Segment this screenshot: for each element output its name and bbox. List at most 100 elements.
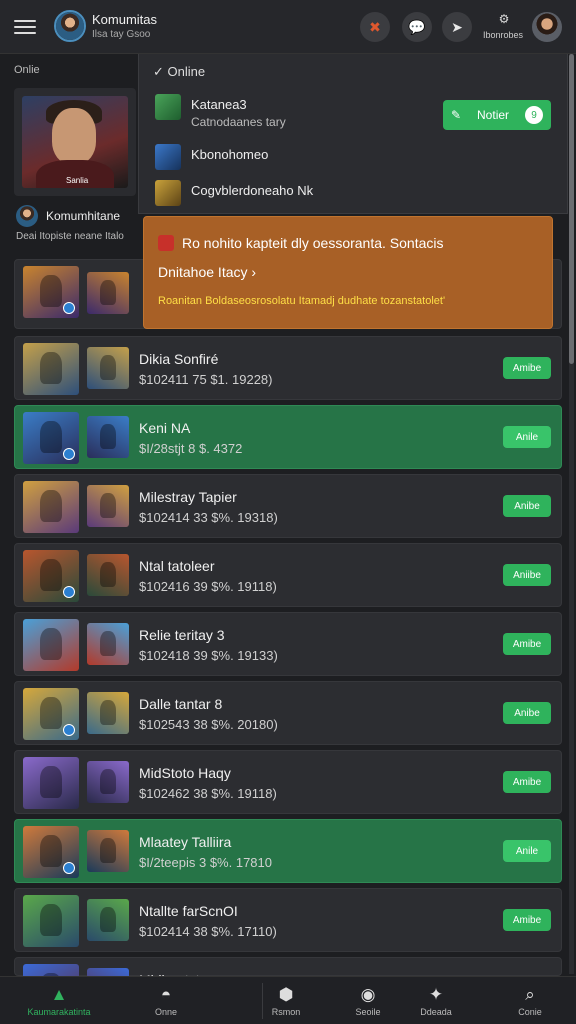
game-action-button[interactable]: Amibe — [503, 909, 551, 931]
game-row[interactable]: Keni NA $I/28stjt 8 $. 4372 Anile — [14, 405, 562, 469]
dropdown-item[interactable]: Cogvblerdoneaho Nk — [155, 180, 555, 208]
header-subtitle: Ilsa tay Gsoo — [92, 29, 151, 40]
game-cover-image — [23, 688, 79, 740]
scrollbar-thumb[interactable] — [569, 54, 574, 364]
game-price-info: $I/2teepis 3 $%. 17810 — [139, 855, 272, 870]
nav-label: Kaumarakatinta — [27, 1007, 91, 1017]
game-price-info: $102414 38 $%. 17110) — [139, 924, 277, 939]
game-title: MidStoto Haqy — [139, 765, 231, 781]
game-row[interactable]: Dikia Sonfiré $102411 75 $1. 19228) Amibe — [14, 336, 562, 400]
game-title: Mlaatey Talliira — [139, 834, 232, 850]
verified-icon — [63, 302, 75, 314]
community-avatar[interactable] — [54, 10, 86, 42]
game-price-info: $102543 38 $%. 20180) — [139, 717, 278, 732]
game-cover-image — [23, 550, 79, 602]
character-thumbnail — [87, 272, 129, 314]
game-action-button[interactable]: Amibe — [503, 771, 551, 793]
community-row-title: Komumhitane — [46, 209, 121, 223]
game-action-button[interactable]: Anibe — [503, 495, 551, 517]
settings-icon[interactable]: ⚙ — [484, 12, 524, 26]
game-action-button[interactable]: Amibe — [503, 633, 551, 655]
banner-line-3: Roanitan Boldaseosrosolatu Itamadj dudha… — [158, 295, 446, 307]
character-thumbnail — [87, 485, 129, 527]
game-price-info: $102411 75 $1. 19228) — [139, 372, 273, 387]
header-title: Komumitas — [92, 12, 158, 27]
game-price-info: $102414 33 $%. 19318) — [139, 510, 278, 525]
nav-item[interactable]: ◓ Onne — [126, 977, 206, 1024]
character-thumbnail — [87, 347, 129, 389]
game-title: Keni NA — [139, 420, 191, 436]
notify-button[interactable]: ✎ Notier 9 — [443, 100, 551, 130]
tree-icon: ✦ — [428, 985, 444, 1004]
menu-icon[interactable] — [14, 16, 36, 36]
game-row[interactable]: MidStoto Haqy $102462 38 $%. 19118) Amibe — [14, 750, 562, 814]
banner-line-1: Ro nohito kapteit dly oessoranta. Sontac… — [182, 235, 444, 251]
game-title: Relie teritay 3 — [139, 627, 225, 643]
nav-label: Rsmon — [271, 1007, 301, 1017]
featured-profile-card[interactable]: Sanlia — [14, 88, 136, 196]
community-row-subtitle: Deai Itopiste neane Italo — [16, 231, 124, 242]
game-cover-image — [23, 757, 79, 809]
game-cover-image — [23, 619, 79, 671]
community-row-avatar — [16, 205, 38, 227]
nav-item[interactable]: ✦ Ddeada — [410, 977, 462, 1024]
game-cover-image — [23, 481, 79, 533]
game-action-button[interactable]: Anibe — [503, 702, 551, 724]
nav-item[interactable]: ▲ Kaumarakatinta — [14, 977, 104, 1024]
game-row[interactable]: Relie teritay 3 $102418 39 $%. 19133) Amib… — [14, 612, 562, 676]
game-cover-image — [23, 826, 79, 878]
pencil-icon: ✎ — [451, 108, 462, 122]
alert-icon[interactable]: ✖ — [360, 12, 390, 42]
search-icon: ⌕ — [525, 985, 535, 1004]
nav-item[interactable]: ◉ Seoile — [338, 977, 398, 1024]
game-price-info: $102462 38 $%. 19118) — [139, 786, 277, 801]
game-cover-image — [23, 266, 79, 318]
game-price-info: $102418 39 $%. 19133) — [139, 648, 278, 663]
nav-label: Seoile — [355, 1007, 381, 1017]
alert-banner[interactable]: Ro nohito kapteit dly oessoranta. Sontac… — [143, 216, 553, 329]
game-action-button[interactable]: Anile — [503, 840, 551, 862]
game-row[interactable]: Ntal tatoleer $102416 39 $%. 19118) Aniibe — [14, 543, 562, 607]
home-icon: ▲ — [50, 985, 68, 1004]
community-row[interactable]: Komumhitane Deai Itopiste neane Italo — [14, 203, 139, 247]
dropdown-item-sub: Catnodaanes tary — [191, 115, 286, 129]
game-action-button[interactable]: Amibe — [503, 357, 551, 379]
dropdown-item-name: Kbonohomeo — [191, 147, 269, 162]
verified-icon — [63, 724, 75, 736]
game-action-button[interactable]: Aniibe — [503, 564, 551, 586]
nav-item[interactable]: ⌕ Conie — [500, 977, 560, 1024]
dropdown-item-icon — [155, 180, 181, 206]
game-row[interactable]: Milestray Tapier $102414 33 $%. 19318) Ani… — [14, 474, 562, 538]
verified-icon — [63, 448, 75, 460]
notify-label: Notier — [477, 108, 510, 122]
game-row[interactable]: Mlaatey Talliira $I/2teepis 3 $%. 17810 An… — [14, 819, 562, 883]
dropdown-online-header[interactable]: ✓ Online — [153, 64, 205, 80]
featured-hero-image: Sanlia — [22, 96, 128, 188]
character-thumbnail — [87, 554, 129, 596]
notify-count: 9 — [524, 106, 543, 124]
character-thumbnail — [87, 830, 129, 872]
verified-icon — [63, 862, 75, 874]
scrollbar-track[interactable] — [569, 54, 574, 974]
dropdown-item-name: Katanea3 — [191, 97, 247, 112]
character-thumbnail — [87, 899, 129, 941]
dropdown-item-icon — [155, 94, 181, 120]
chat-bubble-icon[interactable]: 💬 — [402, 12, 432, 42]
verified-icon — [63, 586, 75, 598]
game-row[interactable]: Ntallte farScnOI $102414 38 $%. 17110) Ami… — [14, 888, 562, 952]
dropdown-item[interactable]: Kbonohomeo — [155, 144, 555, 172]
game-row[interactable]: Mldhontctar — [14, 957, 562, 1016]
nav-label: Ddeada — [420, 1007, 452, 1017]
bottom-nav: ▲ Kaumarakatinta ◓ Onne ⬢ Rsmon ◉ Seoile ✦ Ddeada… — [0, 976, 576, 1024]
game-price-info: $I/28stjt 8 $. 4372 — [139, 441, 243, 456]
banner-line-2[interactable]: Dnitahoe Itacy › — [158, 264, 256, 280]
game-action-button[interactable]: Anile — [503, 426, 551, 448]
user-avatar[interactable] — [532, 12, 562, 42]
game-row[interactable]: Dalle tantar 8 $102543 38 $%. 20180) Anibe — [14, 681, 562, 745]
nav-item[interactable]: ⬢ Rsmon — [260, 977, 312, 1024]
nav-label: Onne — [154, 1007, 178, 1017]
game-title: Milestray Tapier — [139, 489, 237, 505]
send-icon[interactable]: ➤ — [442, 12, 472, 42]
character-thumbnail — [87, 416, 129, 458]
puzzle-icon: ◉ — [360, 985, 376, 1004]
